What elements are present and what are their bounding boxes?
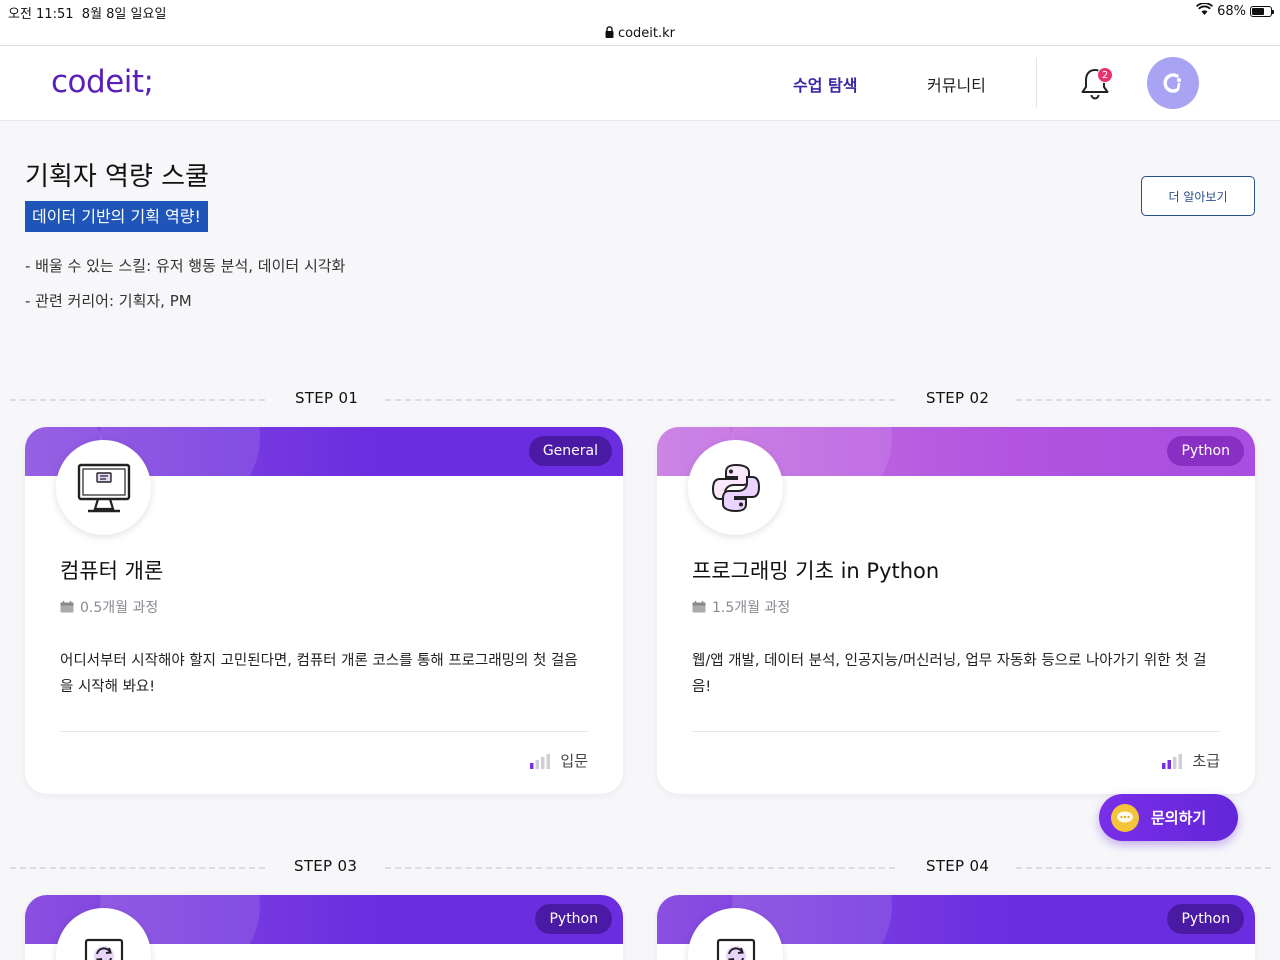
dashed-divider <box>10 399 265 401</box>
level-bar <box>1162 762 1166 769</box>
level-bars-icon <box>1162 753 1183 769</box>
learn-more-button[interactable]: 더 알아보기 <box>1141 176 1255 216</box>
codeit-logo[interactable]: codeit; <box>51 64 154 100</box>
header-divider <box>1036 58 1037 108</box>
card-duration: 0.5개월 과정 <box>60 597 158 617</box>
step-label-01: STEP 01 <box>295 389 359 407</box>
step-label-04: STEP 04 <box>926 857 990 875</box>
status-right: 68% <box>1196 2 1274 19</box>
inquiry-button[interactable]: 문의하기 <box>1099 794 1238 841</box>
card-divider <box>60 731 588 732</box>
step-label-02: STEP 02 <box>926 389 990 407</box>
course-card-step-03[interactable]: Python <box>25 895 623 960</box>
dashed-divider <box>1016 867 1271 869</box>
level-bar <box>1167 759 1172 769</box>
status-time: 오전 11:51 8월 8일 일요일 <box>8 7 167 22</box>
card-tag: Python <box>1167 436 1244 466</box>
dashed-divider <box>1016 399 1271 401</box>
nav-community[interactable]: 커뮤니티 <box>927 72 986 96</box>
level-bars-icon <box>530 753 551 769</box>
notification-badge: 2 <box>1097 67 1113 83</box>
school-highlight: 데이터 기반의 기획 역량! <box>25 201 208 232</box>
level-bar <box>1173 756 1177 769</box>
card-tag: Python <box>535 904 612 934</box>
site-header: codeit; 수업 탐색 커뮤니티 2 <box>0 46 1280 121</box>
chat-bubble-icon <box>1111 803 1139 832</box>
wifi-icon <box>1196 2 1214 19</box>
status-bar: 오전 11:51 8월 8일 일요일 68% <box>0 0 1280 22</box>
dashed-divider <box>385 399 895 401</box>
course-card-step-04[interactable]: Python <box>657 895 1255 960</box>
calendar-icon <box>60 601 74 613</box>
step-row-2: STEP 03 STEP 04 <box>0 857 1280 877</box>
school-careers: - 관련 커리어: 기획자, PM <box>25 292 192 310</box>
dashed-divider <box>10 867 265 869</box>
card-title: 프로그래밍 기초 in Python <box>692 559 940 583</box>
card-description: 웹/앱 개발, 데이터 분석, 인공지능/머신러닝, 업무 자동화 등으로 나아… <box>692 653 1207 695</box>
level-bar <box>546 753 551 769</box>
school-title: 기획자 역량 스쿨 <box>25 162 209 192</box>
nav-explore-courses[interactable]: 수업 탐색 <box>793 72 857 96</box>
card-level: 입문 <box>530 750 588 771</box>
school-skills: - 배울 수 있는 스킬: 유저 행동 분석, 데이터 시각화 <box>25 257 346 275</box>
card-description: 어디서부터 시작해야 할지 고민된다면, 컴퓨터 개론 코스를 통해 프로그래밍… <box>60 653 578 695</box>
card-tag: Python <box>1167 904 1244 934</box>
dashed-divider <box>385 867 895 869</box>
codeit-avatar-icon <box>1163 73 1181 93</box>
python-logo-icon <box>688 440 783 535</box>
avatar[interactable] <box>1147 57 1199 109</box>
card-level: 초급 <box>1162 750 1220 771</box>
step-row-1: STEP 01 STEP 02 <box>0 389 1280 409</box>
card-divider <box>692 731 1220 732</box>
calendar-icon <box>692 601 706 613</box>
url-bar[interactable]: codeit.kr <box>0 22 1280 46</box>
card-tag: General <box>528 436 612 466</box>
level-bar <box>541 756 545 769</box>
level-bar <box>535 759 540 769</box>
battery-icon <box>1250 5 1274 17</box>
lock-icon <box>605 25 614 42</box>
course-card-computer-intro[interactable]: General 컴퓨터 개론 0.5개월 과정 어디서부터 시작해야 할지 고민… <box>25 427 623 794</box>
level-bar <box>1178 753 1183 769</box>
url-domain: codeit.kr <box>617 26 676 41</box>
card-title: 컴퓨터 개론 <box>60 559 164 583</box>
battery-percent: 68% <box>1217 3 1246 19</box>
level-bar <box>530 762 534 769</box>
step-label-03: STEP 03 <box>294 857 358 875</box>
computer-monitor-icon <box>56 440 151 535</box>
course-card-python-basics[interactable]: Python 프로그래밍 기초 in Python 1.5개월 과정 웹/앱 개… <box>657 427 1255 794</box>
card-duration: 1.5개월 과정 <box>692 597 790 617</box>
